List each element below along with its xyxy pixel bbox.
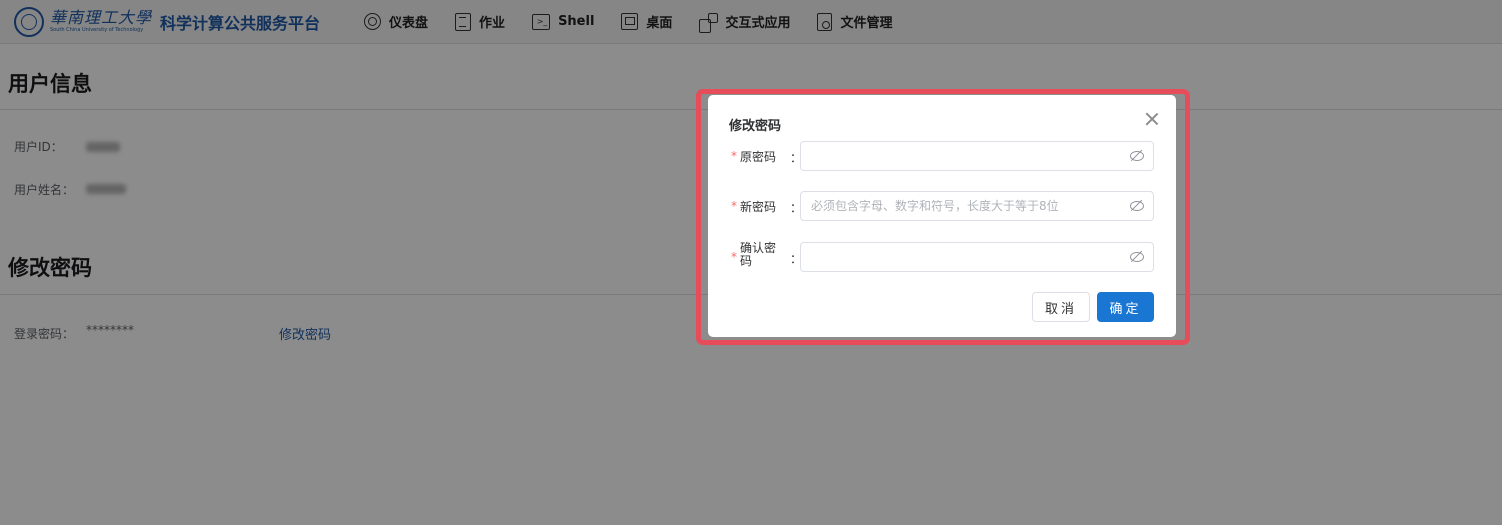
old-password-input[interactable]: [800, 141, 1154, 171]
change-password-dialog: 修改密码 * 原密码 ： * 新密码 ： * 确认密码 ： 取消 确定: [708, 95, 1176, 337]
old-password-label: 原密码: [740, 150, 777, 164]
required-mark: *: [731, 199, 737, 213]
form-row-new-password: * 新密码 ：: [708, 191, 1176, 221]
new-password-input[interactable]: [800, 191, 1154, 221]
required-mark: *: [731, 250, 737, 264]
form-row-confirm-password: * 确认密码 ：: [708, 242, 1176, 272]
close-icon[interactable]: [1144, 111, 1160, 127]
eye-slash-icon[interactable]: [1130, 251, 1144, 262]
dialog-title: 修改密码: [729, 119, 782, 134]
form-row-old-password: * 原密码 ：: [708, 141, 1176, 171]
confirm-button[interactable]: 确定: [1097, 292, 1154, 322]
confirm-password-input[interactable]: [800, 242, 1154, 272]
cancel-button[interactable]: 取消: [1032, 292, 1090, 322]
required-mark: *: [731, 149, 737, 163]
eye-slash-icon[interactable]: [1130, 150, 1144, 161]
confirm-password-label: 确认密码: [740, 241, 777, 268]
eye-slash-icon[interactable]: [1130, 200, 1144, 211]
new-password-label: 新密码: [740, 200, 777, 214]
